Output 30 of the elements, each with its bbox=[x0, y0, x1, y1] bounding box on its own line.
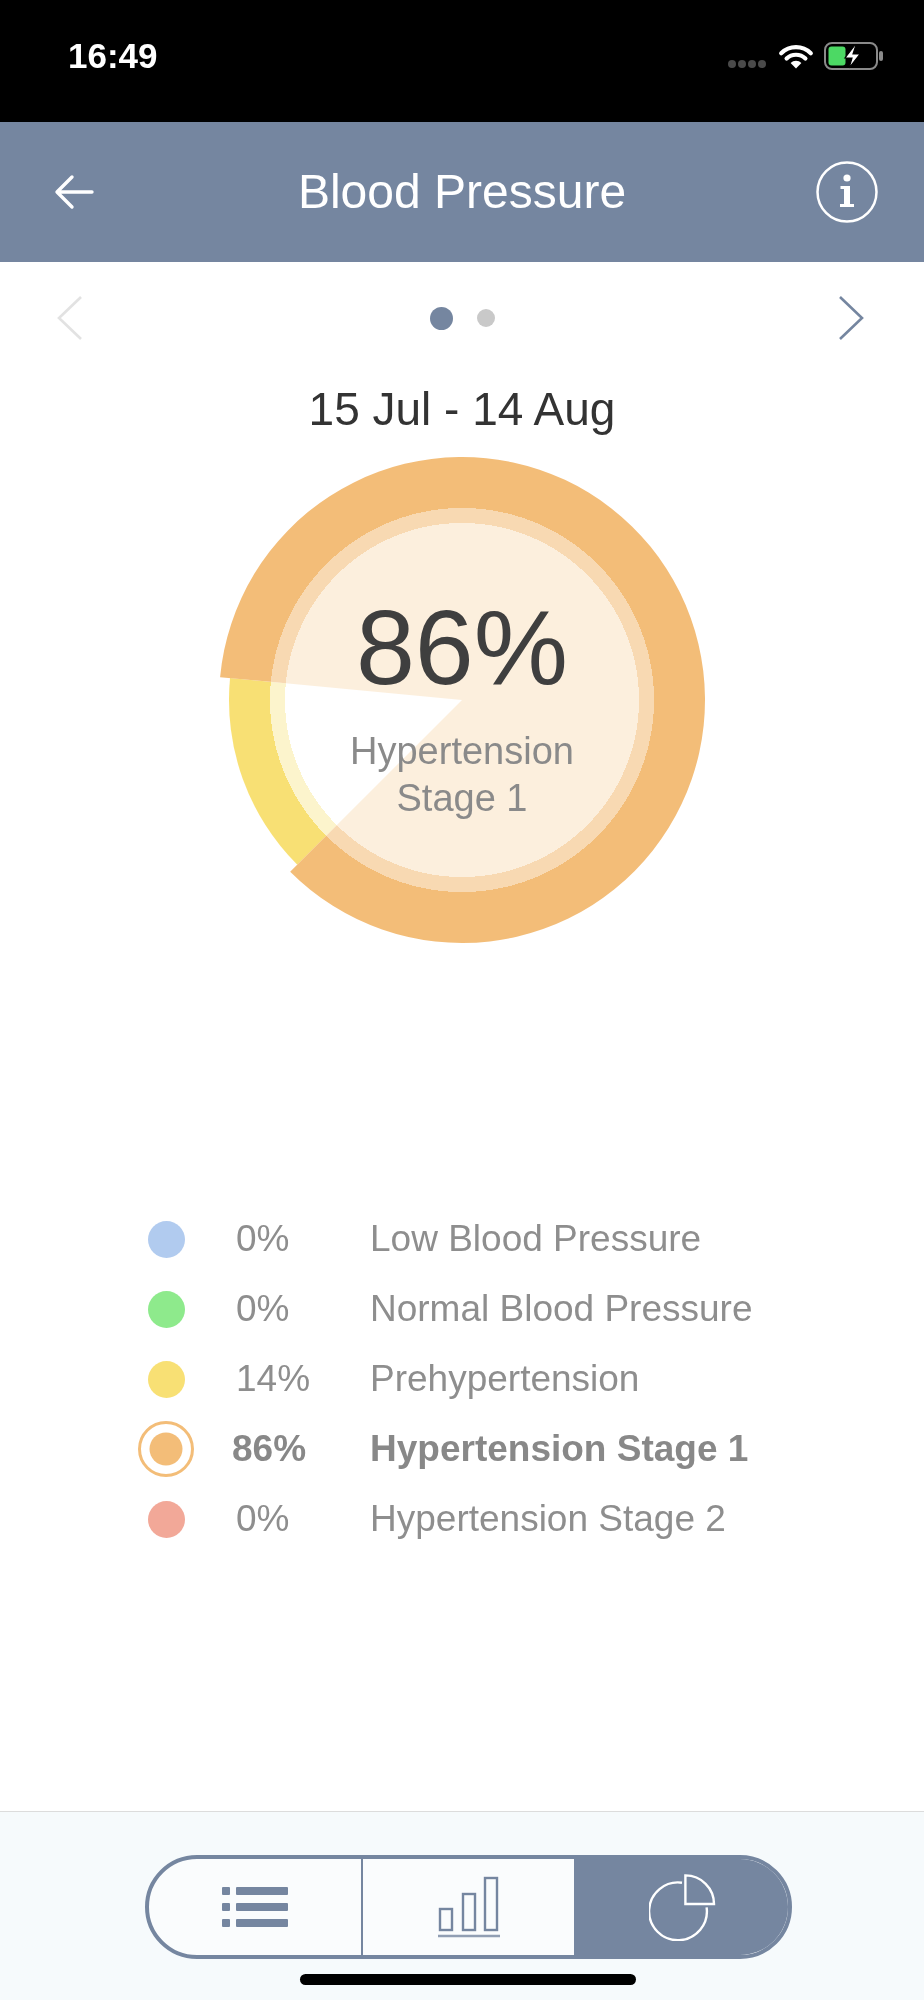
signal-icon bbox=[728, 60, 766, 68]
chevron-left-icon bbox=[57, 295, 83, 341]
page-dot-icon[interactable] bbox=[476, 309, 495, 327]
chevron-right-icon bbox=[838, 295, 864, 341]
legend-percent: 0% bbox=[236, 1218, 290, 1260]
bar-chart-icon bbox=[437, 1876, 500, 1938]
info-button[interactable] bbox=[816, 161, 878, 223]
status-time: 16:49 bbox=[68, 36, 158, 76]
pie-chart-icon bbox=[648, 1873, 716, 1941]
legend-label: Normal Blood Pressure bbox=[370, 1288, 753, 1330]
legend-label: Hypertension Stage 1 bbox=[370, 1428, 749, 1470]
page-dot-icon[interactable] bbox=[429, 306, 453, 330]
legend-percent: 14% bbox=[236, 1358, 311, 1400]
center-percentage: 86% bbox=[355, 594, 569, 700]
legend-label: Prehypertension bbox=[370, 1358, 640, 1400]
legend-percent: 86% bbox=[232, 1428, 307, 1470]
back-arrow-icon bbox=[54, 172, 94, 212]
legend-label: Low Blood Pressure bbox=[370, 1218, 702, 1260]
legend-percent: 0% bbox=[236, 1498, 290, 1540]
next-button[interactable] bbox=[838, 295, 864, 341]
legend-label: Hypertension Stage 2 bbox=[370, 1498, 726, 1540]
list-icon bbox=[221, 1887, 288, 1927]
wifi-icon bbox=[778, 43, 814, 69]
legend-percent: 0% bbox=[236, 1288, 290, 1330]
info-icon bbox=[816, 161, 878, 223]
date-range: 15 Jul - 14 Aug bbox=[308, 382, 616, 437]
center-category-label: Hypertension Stage 1 bbox=[349, 729, 575, 821]
back-button[interactable] bbox=[54, 172, 94, 212]
screen-title: Blood Pressure bbox=[297, 164, 627, 220]
battery-icon bbox=[824, 42, 884, 70]
